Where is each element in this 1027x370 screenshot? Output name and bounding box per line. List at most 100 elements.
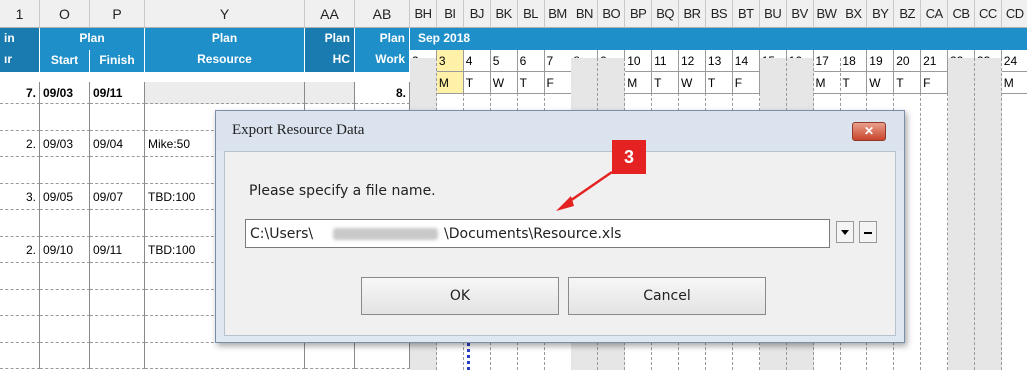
day-number-cell[interactable]: 12 — [679, 50, 706, 72]
weekday-cell[interactable]: T — [705, 72, 733, 94]
day-number-cell[interactable]: 10 — [625, 50, 653, 72]
column-header-1[interactable]: 1 — [0, 0, 40, 28]
column-header-bo[interactable]: BO — [598, 0, 626, 28]
summary-resource[interactable] — [145, 82, 305, 104]
day-number-cell[interactable]: 13 — [705, 50, 733, 72]
table-cell[interactable]: 3. — [0, 183, 40, 210]
column-header-bx[interactable]: BX — [840, 0, 868, 28]
dialog-titlebar[interactable]: Export Resource Data ✕ — [216, 111, 904, 151]
column-header-bq[interactable]: BQ — [652, 0, 680, 28]
weekday-cell[interactable]: W — [867, 72, 895, 94]
column-header-bw[interactable]: BW — [813, 0, 841, 28]
weekday-cell[interactable]: W — [490, 72, 518, 94]
table-cell[interactable] — [90, 263, 145, 290]
table-cell[interactable] — [0, 263, 40, 290]
column-header-bk[interactable]: BK — [490, 0, 518, 28]
column-header-bj[interactable]: BJ — [463, 0, 491, 28]
day-number-cell[interactable]: 6 — [517, 50, 545, 72]
summary-hc[interactable] — [305, 82, 355, 104]
table-cell[interactable] — [0, 157, 40, 184]
ok-button[interactable]: OK — [361, 277, 559, 315]
summary-start[interactable]: 09/03 — [40, 82, 90, 104]
column-header-bp[interactable]: BP — [625, 0, 653, 28]
table-cell[interactable] — [40, 104, 90, 131]
column-header-by[interactable]: BY — [867, 0, 895, 28]
column-header-cb[interactable]: CB — [948, 0, 975, 28]
table-cell[interactable] — [90, 316, 145, 343]
day-number-cell[interactable]: 4 — [463, 50, 491, 72]
table-cell[interactable] — [0, 289, 40, 316]
day-number-cell[interactable]: 7 — [544, 50, 572, 72]
table-cell[interactable]: 09/11 — [90, 236, 145, 263]
day-number-cell[interactable]: 14 — [732, 50, 760, 72]
table-cell[interactable]: 09/10 — [40, 236, 90, 263]
day-number-cell[interactable]: 17 — [813, 50, 841, 72]
column-header-ab[interactable]: AB — [355, 0, 410, 28]
weekday-cell[interactable]: M — [1001, 72, 1027, 94]
day-number-cell[interactable]: 5 — [490, 50, 518, 72]
day-number-cell[interactable]: 21 — [921, 50, 949, 72]
weekday-cell[interactable]: T — [652, 72, 680, 94]
weekday-cell[interactable]: M — [625, 72, 653, 94]
column-header-bh[interactable]: BH — [410, 0, 437, 28]
table-cell[interactable] — [0, 210, 40, 237]
table-cell[interactable]: 2. — [0, 130, 40, 157]
column-header-aa[interactable]: AA — [305, 0, 355, 28]
table-cell[interactable] — [40, 342, 90, 369]
table-cell[interactable] — [0, 316, 40, 343]
weekday-cell[interactable]: T — [463, 72, 491, 94]
column-header-cc[interactable]: CC — [974, 0, 1002, 28]
column-header-bi[interactable]: BI — [436, 0, 464, 28]
table-cell[interactable] — [0, 342, 40, 369]
weekday-cell[interactable]: M — [436, 72, 464, 94]
column-header-p[interactable]: P — [90, 0, 145, 28]
summary-finish[interactable]: 09/11 — [90, 82, 145, 104]
day-number-cell[interactable]: 19 — [867, 50, 895, 72]
table-cell[interactable] — [40, 157, 90, 184]
table-cell[interactable]: 09/04 — [90, 130, 145, 157]
day-number-cell[interactable]: 20 — [894, 50, 922, 72]
column-header-bl[interactable]: BL — [517, 0, 545, 28]
column-header-y[interactable]: Y — [145, 0, 305, 28]
weekday-cell[interactable]: F — [732, 72, 760, 94]
table-cell[interactable] — [145, 342, 305, 369]
summary-col1[interactable]: 7. — [0, 82, 40, 104]
column-header-bu[interactable]: BU — [759, 0, 787, 28]
day-number-cell[interactable]: 18 — [840, 50, 868, 72]
cancel-button[interactable]: Cancel — [568, 277, 766, 315]
weekday-cell[interactable]: T — [840, 72, 868, 94]
table-cell[interactable] — [0, 104, 40, 131]
table-cell[interactable]: 09/03 — [40, 130, 90, 157]
table-cell[interactable] — [40, 263, 90, 290]
table-cell[interactable] — [90, 210, 145, 237]
column-header-ca[interactable]: CA — [921, 0, 949, 28]
table-cell[interactable] — [40, 210, 90, 237]
table-cell[interactable] — [40, 316, 90, 343]
column-header-bv[interactable]: BV — [786, 0, 814, 28]
weekday-cell[interactable]: W — [679, 72, 706, 94]
day-number-cell[interactable]: 24 — [1001, 50, 1027, 72]
table-cell[interactable] — [90, 289, 145, 316]
column-header-br[interactable]: BR — [679, 0, 706, 28]
table-cell[interactable] — [40, 289, 90, 316]
weekday-cell[interactable]: T — [894, 72, 922, 94]
column-header-bn[interactable]: BN — [571, 0, 599, 28]
weekday-cell[interactable]: M — [813, 72, 841, 94]
column-header-bm[interactable]: BM — [544, 0, 572, 28]
column-header-bz[interactable]: BZ — [894, 0, 922, 28]
weekday-cell[interactable]: T — [517, 72, 545, 94]
table-cell[interactable] — [305, 342, 355, 369]
table-cell[interactable] — [90, 157, 145, 184]
file-path-input[interactable]: C:\Users\ \Documents\Resource.xls — [245, 219, 830, 248]
column-header-bt[interactable]: BT — [732, 0, 760, 28]
column-header-bs[interactable]: BS — [705, 0, 733, 28]
table-cell[interactable] — [90, 342, 145, 369]
weekday-cell[interactable]: F — [921, 72, 949, 94]
table-cell[interactable]: 09/07 — [90, 183, 145, 210]
day-number-cell[interactable]: 11 — [652, 50, 680, 72]
close-button[interactable]: ✕ — [852, 122, 886, 141]
column-header-cd[interactable]: CD — [1001, 0, 1027, 28]
table-cell[interactable] — [90, 104, 145, 131]
table-cell[interactable]: 09/05 — [40, 183, 90, 210]
summary-work[interactable]: 8. — [355, 82, 410, 104]
